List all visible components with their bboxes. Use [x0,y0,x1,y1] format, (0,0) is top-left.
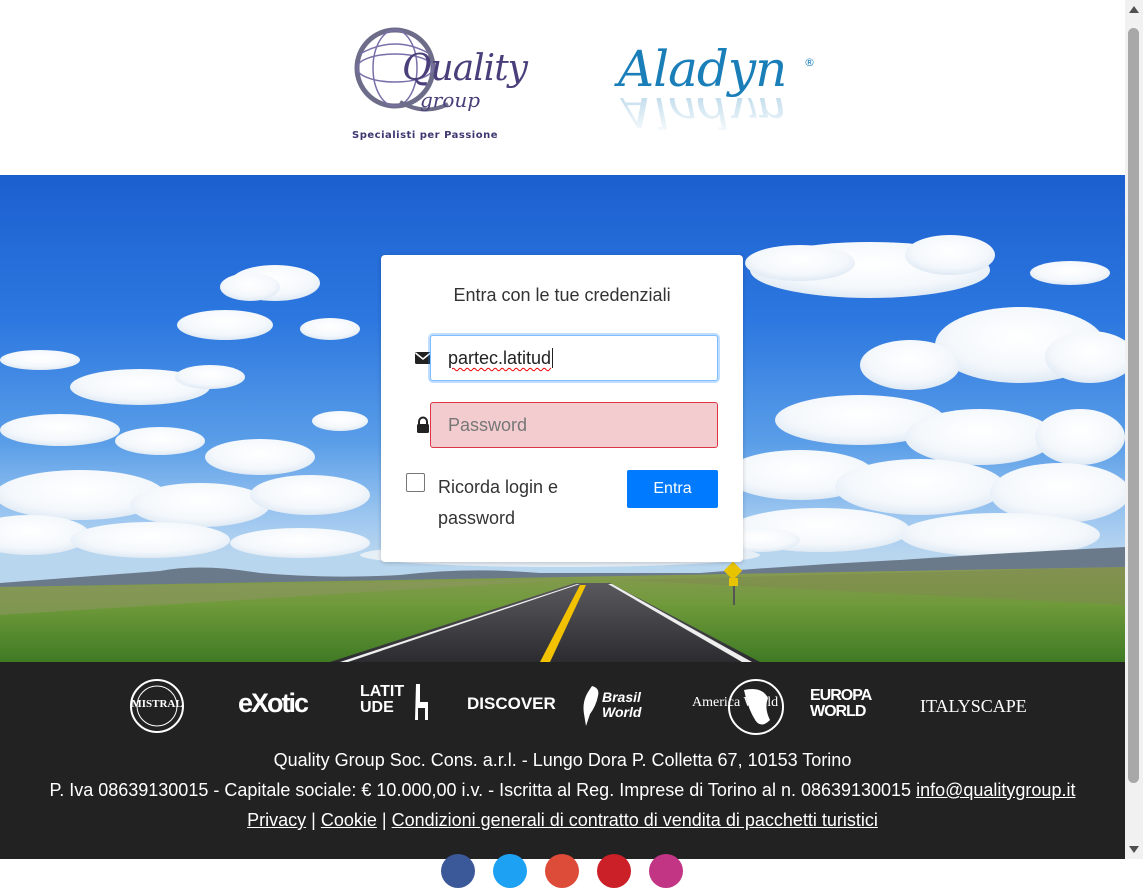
footer-fiscal-line: P. Iva 08639130015 - Capitale sociale: €… [0,780,1125,801]
link-separator: | [381,810,387,830]
password-placeholder: Password [448,415,528,435]
brand-logo-brasil-world[interactable]: Brasil World [580,684,670,728]
brand-logo-italyscape[interactable]: ITALYSCAPE [920,696,1027,717]
username-value: partec.latitud [448,348,552,368]
footer-links: Privacy | Cookie | Condizioni generali d… [0,810,1125,831]
login-title: Entra con le tue credenziali [453,285,671,305]
cookie-link[interactable]: Cookie [321,810,377,830]
brand-logo-mistral[interactable]: MISTRAL [125,678,189,734]
scrollbar-thumb[interactable] [1128,28,1139,783]
brand-america-world-text: America World [692,695,779,710]
scroll-up-arrow-icon[interactable] [1129,6,1139,13]
logo-quality-text: Quality [402,48,528,89]
footer-address: Quality Group Soc. Cons. a.r.l. - Lungo … [273,750,852,770]
remember-label[interactable]: Ricorda login e password [438,472,588,534]
pinterest-icon[interactable] [597,854,631,888]
facebook-icon[interactable] [441,854,475,888]
aladyn-logo-reflection: Aladyn [618,98,787,138]
logo-tagline: Specialisti per Passione [352,130,499,141]
page-scrollbar[interactable] [1125,0,1143,859]
parrot-icon [583,686,599,726]
link-separator: | [311,810,316,830]
password-input[interactable]: Password [430,402,718,448]
logo-group-text: group [420,88,481,112]
login-button[interactable]: Entra [627,470,718,508]
footer-fiscal-info: P. Iva 08639130015 - Capitale sociale: €… [49,780,912,800]
aladyn-logo: Aladyn ® Aladyn [618,40,828,150]
footer: MISTRAL eXotic LATITUDE DISCOVER Brasil … [0,662,1125,888]
login-card: Entra con le tue credenziali partec.lati… [381,255,743,562]
twitter-icon[interactable] [493,854,527,888]
brand-logo-america-world[interactable]: America World [692,678,790,736]
header: Quality group Specialisti per Passione A… [0,0,1125,175]
remember-checkbox[interactable] [406,473,425,492]
brand-latitude-text: LATITUDE [360,683,405,716]
brand-logo-europa-world[interactable]: EUROPA WORLD [810,688,900,720]
privacy-link[interactable]: Privacy [247,810,306,830]
scroll-down-arrow-icon[interactable] [1129,846,1139,853]
footer-email-link[interactable]: info@qualitygroup.it [916,780,1075,800]
username-input[interactable]: partec.latitud [430,335,718,381]
conditions-link[interactable]: Condizioni generali di contratto di vend… [392,810,878,830]
brand-logo-latitude[interactable]: LATITUDE [360,680,432,734]
google-plus-icon[interactable] [545,854,579,888]
quality-group-logo: Quality group Specialisti per Passione [350,24,528,148]
aladyn-logo-text: Aladyn [618,40,787,98]
brand-mistral-text: MISTRAL [131,698,183,710]
registered-mark: ® [804,56,815,69]
llama-icon [415,684,428,720]
brand-brasil-world-text: Brasil World [602,689,642,720]
brand-logo-discover[interactable]: DISCOVER [467,694,556,714]
brand-logo-exotic[interactable]: eXotic [238,688,309,719]
instagram-icon[interactable] [649,854,683,888]
